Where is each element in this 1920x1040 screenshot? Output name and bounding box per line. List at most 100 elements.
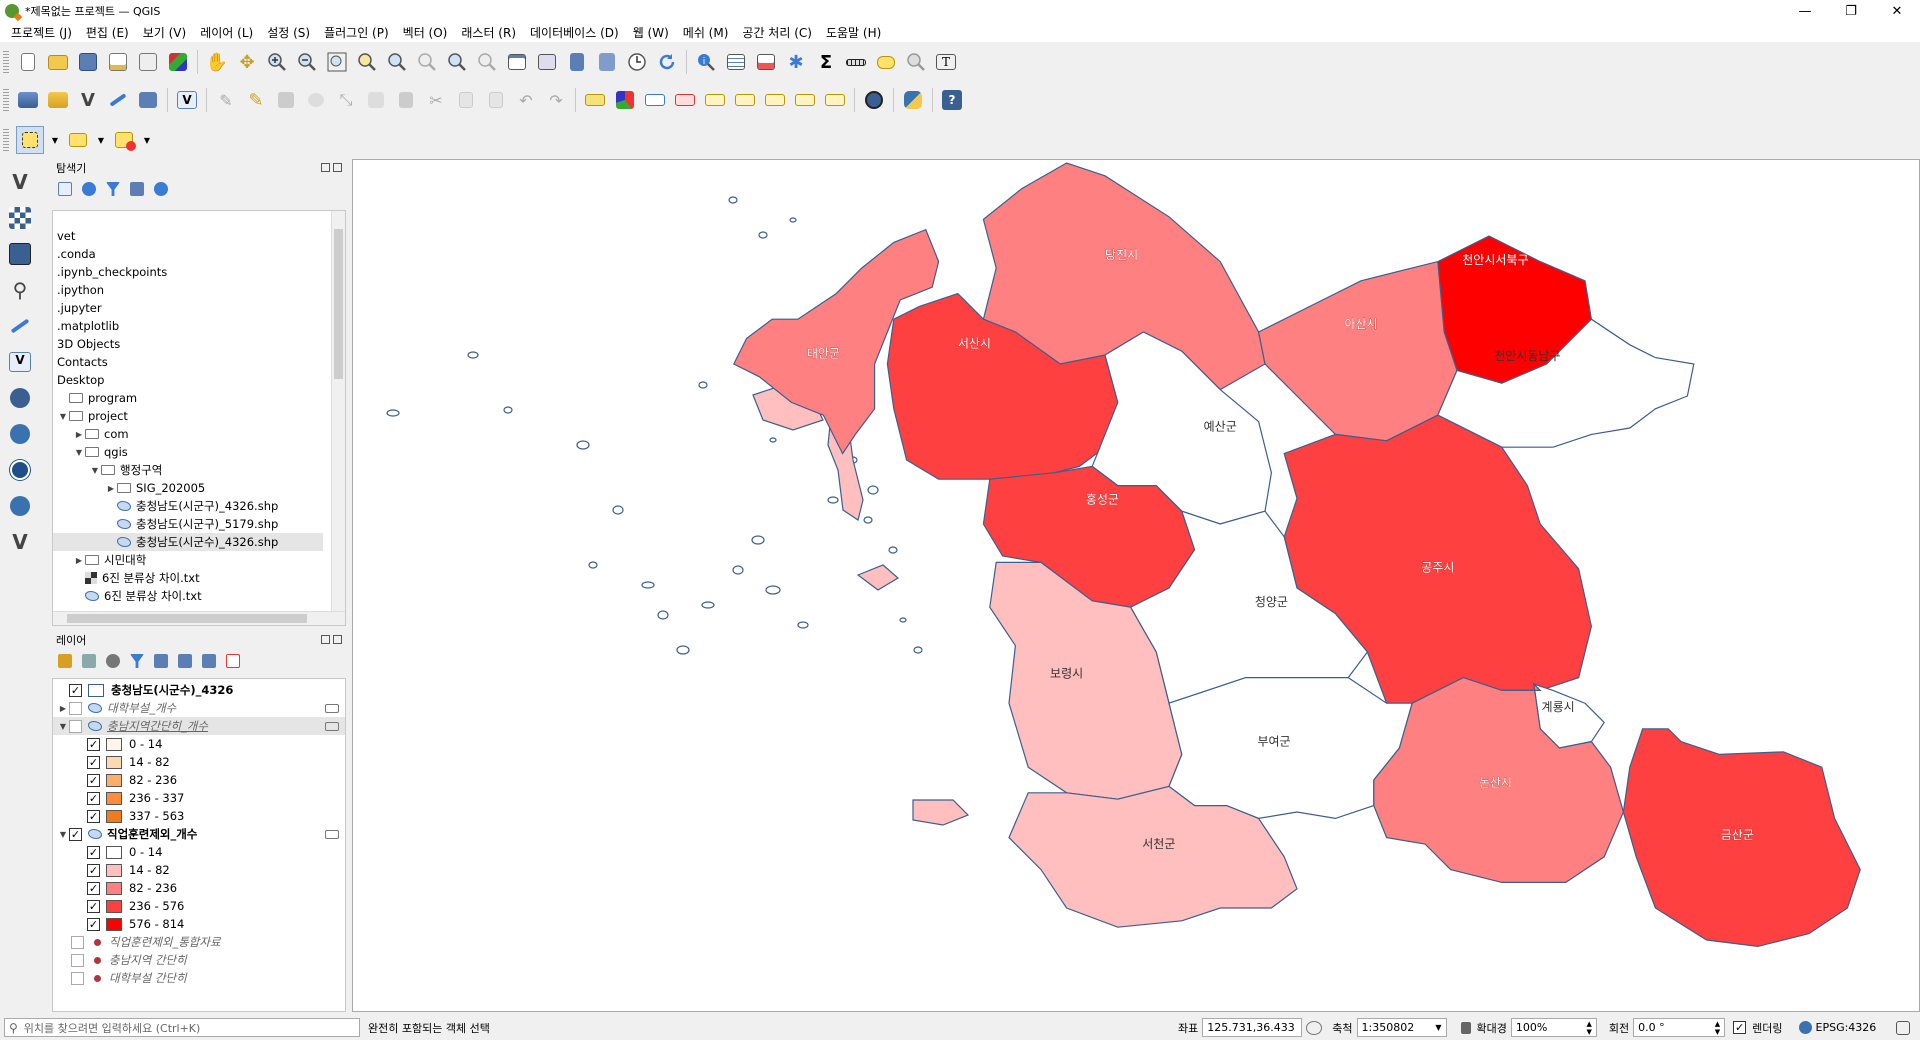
layer-visibility-checkbox[interactable] [71,971,84,985]
zoom-out-icon[interactable] [295,50,319,74]
locate-search-icon[interactable] [904,50,928,74]
layer-visibility-checkbox[interactable]: ✓ [69,683,82,697]
restore-button[interactable]: ❐ [1828,0,1874,22]
save-project-icon[interactable] [76,50,100,74]
browser-item[interactable]: .conda [53,245,345,263]
legend-class-checkbox[interactable]: ✓ [87,881,100,895]
redo-icon[interactable]: ↷ [544,88,568,112]
style-manager-icon[interactable] [166,50,190,74]
new-3d-view-icon[interactable] [535,50,559,74]
layer-visibility-checkbox[interactable] [71,953,84,967]
layer-visibility-checkbox[interactable] [69,701,82,715]
legend-class-checkbox[interactable]: ✓ [87,845,100,859]
open-project-icon[interactable] [46,50,70,74]
menu-database[interactable]: 데이터베이스 (D) [523,24,626,41]
save-edits-icon[interactable] [274,88,298,112]
rotation-spinbox[interactable]: 0.0 ° ▲ ▼ [1633,1018,1726,1037]
layout-manager-icon[interactable] [136,50,160,74]
delete-selected-icon[interactable] [394,88,418,112]
layer-indicator-icon[interactable] [325,721,339,731]
add-virtual-layer-icon[interactable]: V [6,348,34,376]
attribute-table-icon[interactable] [724,50,748,74]
manage-visibility-eye-icon[interactable] [106,654,120,668]
menu-view[interactable]: 보기 (V) [136,24,193,41]
temporal-controller-icon[interactable] [625,50,649,74]
legend-class-item[interactable]: ✓ 0 - 14 [53,735,345,753]
layer-visibility-checkbox[interactable]: ✓ [69,827,82,841]
digitize-icon[interactable] [106,88,130,112]
expand-all-icon[interactable] [178,654,192,668]
menu-plugins[interactable]: 플러그인 (P) [317,24,396,41]
browser-item[interactable]: program [53,389,345,407]
expand-chevron-down-icon[interactable]: ▼ [57,830,69,839]
browser-item[interactable]: 충청남도(시군수)_4326.shp [53,533,323,551]
new-project-icon[interactable] [16,50,40,74]
browser-item[interactable]: .jupyter [53,299,345,317]
expand-chevron-down-icon[interactable]: ▼ [89,466,101,475]
close-button[interactable]: ✕ [1874,0,1920,22]
coordinate-field[interactable]: 125.731,36.433 [1202,1018,1303,1037]
add-feature-icon[interactable] [304,88,328,112]
help-icon[interactable]: ? [940,88,964,112]
add-raster-layer-icon[interactable] [6,204,34,232]
toggle-editing-pencil-icon[interactable]: ✎ [244,88,268,112]
float-panel-icon[interactable] [321,163,330,172]
filter-legend-icon[interactable] [130,654,144,668]
add-virtual-layer-icon[interactable]: V [175,88,199,112]
legend-class-checkbox[interactable]: ✓ [87,791,100,805]
legend-class-item[interactable]: ✓ 82 - 236 [53,879,345,897]
browser-item[interactable]: 충청남도(시군구)_5179.shp [53,515,345,533]
legend-class-checkbox[interactable]: ✓ [87,755,100,769]
expand-chevron-down-icon[interactable]: ▼ [73,448,85,457]
menu-raster[interactable]: 래스터 (R) [454,24,523,41]
label-abc-icon[interactable] [583,88,607,112]
label-highlight-icon[interactable] [673,88,697,112]
legend-class-checkbox[interactable]: ✓ [87,809,100,823]
legend-class-item[interactable]: ✓ 576 - 814 [53,915,345,933]
diagram-icon[interactable] [613,88,637,112]
menu-help[interactable]: 도움말 (H) [819,24,888,41]
legend-class-item[interactable]: ✓ 0 - 14 [53,843,345,861]
browser-tree[interactable]: vet .conda .ipynb_checkpoints .ipython .jupy… [52,210,346,626]
zoom-full-icon[interactable] [325,50,349,74]
browser-horizontal-scrollbar[interactable] [53,611,345,625]
browser-item[interactable]: Desktop [53,371,345,389]
expand-chevron-down-icon[interactable]: ▼ [57,412,69,421]
new-print-layout-icon[interactable] [106,50,130,74]
legend-class-checkbox[interactable]: ✓ [87,899,100,913]
layers-tree[interactable]: ✓ 충청남도(시군수)_4326 ▶ 대학부설_개수 ▼ 충남지역간단히_개수 ✓ 0 - 1… [52,678,346,1012]
remove-layer-icon[interactable] [226,654,240,668]
minimize-button[interactable]: — [1782,0,1828,22]
zoom-next-icon[interactable] [475,50,499,74]
label-pin-icon[interactable] [643,88,667,112]
modify-attributes-icon[interactable] [364,88,388,112]
zoom-last-icon[interactable] [445,50,469,74]
collapse-all-icon[interactable] [130,182,144,196]
layer-item[interactable]: ▶ 대학부설_개수 [53,699,345,717]
menu-layer[interactable]: 레이어 (L) [193,24,260,41]
filter-icon[interactable] [106,182,120,196]
crs-label[interactable]: EPSG:4326 [1816,1021,1877,1034]
layer-item[interactable]: 직업훈련제외_통합자료 [53,933,345,951]
select-by-value-icon[interactable] [66,128,90,152]
zoom-in-icon[interactable] [265,50,289,74]
messages-icon[interactable] [1896,1020,1911,1035]
zoom-to-layer-icon[interactable] [385,50,409,74]
browser-item[interactable]: ▶ 시민대학 [53,551,345,569]
browser-item[interactable]: 3D Objects [53,335,345,353]
browser-item[interactable]: ▼ qgis [53,443,345,461]
plugin-globe-icon[interactable] [862,88,886,112]
new-shapefile-icon[interactable]: V [6,528,34,556]
legend-class-checkbox[interactable]: ✓ [87,917,100,931]
map-tips-icon[interactable] [874,50,898,74]
menu-web[interactable]: 웹 (W) [626,24,676,41]
region-polygon[interactable] [1259,262,1457,441]
browser-vertical-scrollbar[interactable] [331,211,345,613]
layer-indicator-icon[interactable] [325,829,339,839]
expand-chevron-right-icon[interactable]: ▶ [73,556,85,565]
layer-item[interactable]: 대학부설 간단히 [53,969,345,987]
add-wfs-icon[interactable] [6,420,34,448]
browser-item[interactable]: ▶ SIG_202005 [53,479,345,497]
browser-item[interactable]: .ipynb_checkpoints [53,263,345,281]
label-rotate-icon[interactable] [763,88,787,112]
